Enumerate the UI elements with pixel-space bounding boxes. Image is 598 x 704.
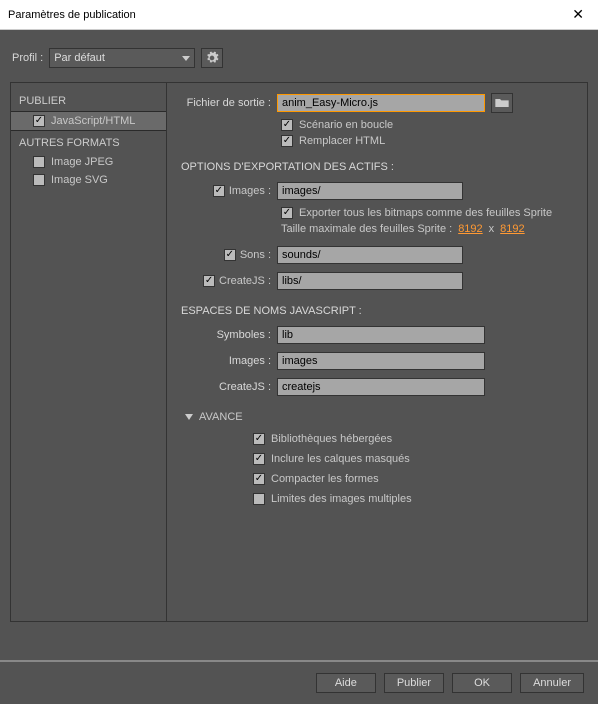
ns-createjs-input[interactable]: createjs [277, 378, 485, 396]
loop-label: Scénario en boucle [299, 119, 393, 131]
window-title: Paramètres de publication [8, 9, 136, 21]
ns-images-input[interactable]: images [277, 352, 485, 370]
hidden-label: Inclure les calques masqués [271, 453, 410, 465]
browse-button[interactable] [491, 93, 513, 113]
checkbox-hosted[interactable] [253, 433, 265, 445]
checkbox-overwrite[interactable] [281, 135, 293, 147]
sidebar-heading-other: AUTRES FORMATS [11, 131, 166, 153]
sprite-width-input[interactable]: 8192 [458, 223, 482, 235]
checkbox-images[interactable] [213, 185, 225, 197]
sounds-label: Sons : [240, 249, 271, 261]
sidebar-item-svg[interactable]: Image SVG [11, 171, 166, 189]
close-icon[interactable]: ✕ [566, 6, 590, 23]
sprite-x: x [489, 223, 495, 235]
cancel-button[interactable]: Annuler [520, 673, 584, 693]
images-path-input[interactable]: images/ [277, 182, 463, 200]
output-file-label: Fichier de sortie : [181, 97, 277, 109]
advanced-heading: AVANCE [199, 411, 243, 423]
help-button[interactable]: Aide [316, 673, 376, 693]
overwrite-label: Remplacer HTML [299, 135, 385, 147]
sidebar-item-jpeg[interactable]: Image JPEG [11, 153, 166, 171]
ns-symbols-label: Symboles : [181, 329, 277, 341]
sidebar-heading-publish: PUBLIER [11, 89, 166, 111]
ns-createjs-label: CreateJS : [181, 381, 277, 393]
format-sidebar: PUBLIER JavaScript/HTML AUTRES FORMATS I… [11, 83, 167, 621]
checkbox-svg[interactable] [33, 174, 45, 186]
compact-label: Compacter les formes [271, 473, 379, 485]
multiframe-label: Limites des images multiples [271, 493, 412, 505]
sidebar-item-jshtml[interactable]: JavaScript/HTML [11, 111, 166, 131]
profile-settings-button[interactable] [201, 48, 223, 68]
publish-button[interactable]: Publier [384, 673, 444, 693]
checkbox-jshtml[interactable] [33, 115, 45, 127]
checkbox-loop[interactable] [281, 119, 293, 131]
ns-heading: ESPACES DE NOMS JAVASCRIPT : [181, 305, 573, 317]
checkbox-compact[interactable] [253, 473, 265, 485]
advanced-disclosure[interactable]: AVANCE [185, 411, 573, 423]
sidebar-item-label: Image JPEG [51, 156, 113, 168]
triangle-down-icon [185, 414, 193, 420]
sprite-export-label: Exporter tous les bitmaps comme des feui… [299, 207, 552, 219]
createjs-label: CreateJS : [219, 275, 271, 287]
createjs-path-input[interactable]: libs/ [277, 272, 463, 290]
profile-select[interactable]: Par défaut [49, 48, 195, 68]
checkbox-jpeg[interactable] [33, 156, 45, 168]
profile-label: Profil : [12, 52, 43, 64]
folder-icon [494, 97, 510, 109]
checkbox-createjs[interactable] [203, 275, 215, 287]
sounds-path-input[interactable]: sounds/ [277, 246, 463, 264]
images-label: Images : [229, 185, 271, 197]
sidebar-item-label: Image SVG [51, 174, 108, 186]
output-file-input[interactable]: anim_Easy-Micro.js [277, 94, 485, 112]
ns-symbols-input[interactable]: lib [277, 326, 485, 344]
hosted-label: Bibliothèques hébergées [271, 433, 392, 445]
profile-value: Par défaut [54, 52, 105, 64]
checkbox-hidden[interactable] [253, 453, 265, 465]
ok-button[interactable]: OK [452, 673, 512, 693]
gear-icon [205, 51, 219, 65]
sprite-size-label: Taille maximale des feuilles Sprite : [281, 223, 452, 235]
chevron-down-icon [182, 56, 190, 61]
sidebar-item-label: JavaScript/HTML [51, 115, 135, 127]
export-heading: OPTIONS D'EXPORTATION DES ACTIFS : [181, 161, 573, 173]
sprite-height-input[interactable]: 8192 [500, 223, 524, 235]
checkbox-multiframe[interactable] [253, 493, 265, 505]
checkbox-sprite-export[interactable] [281, 207, 293, 219]
ns-images-label: Images : [181, 355, 277, 367]
checkbox-sounds[interactable] [224, 249, 236, 261]
